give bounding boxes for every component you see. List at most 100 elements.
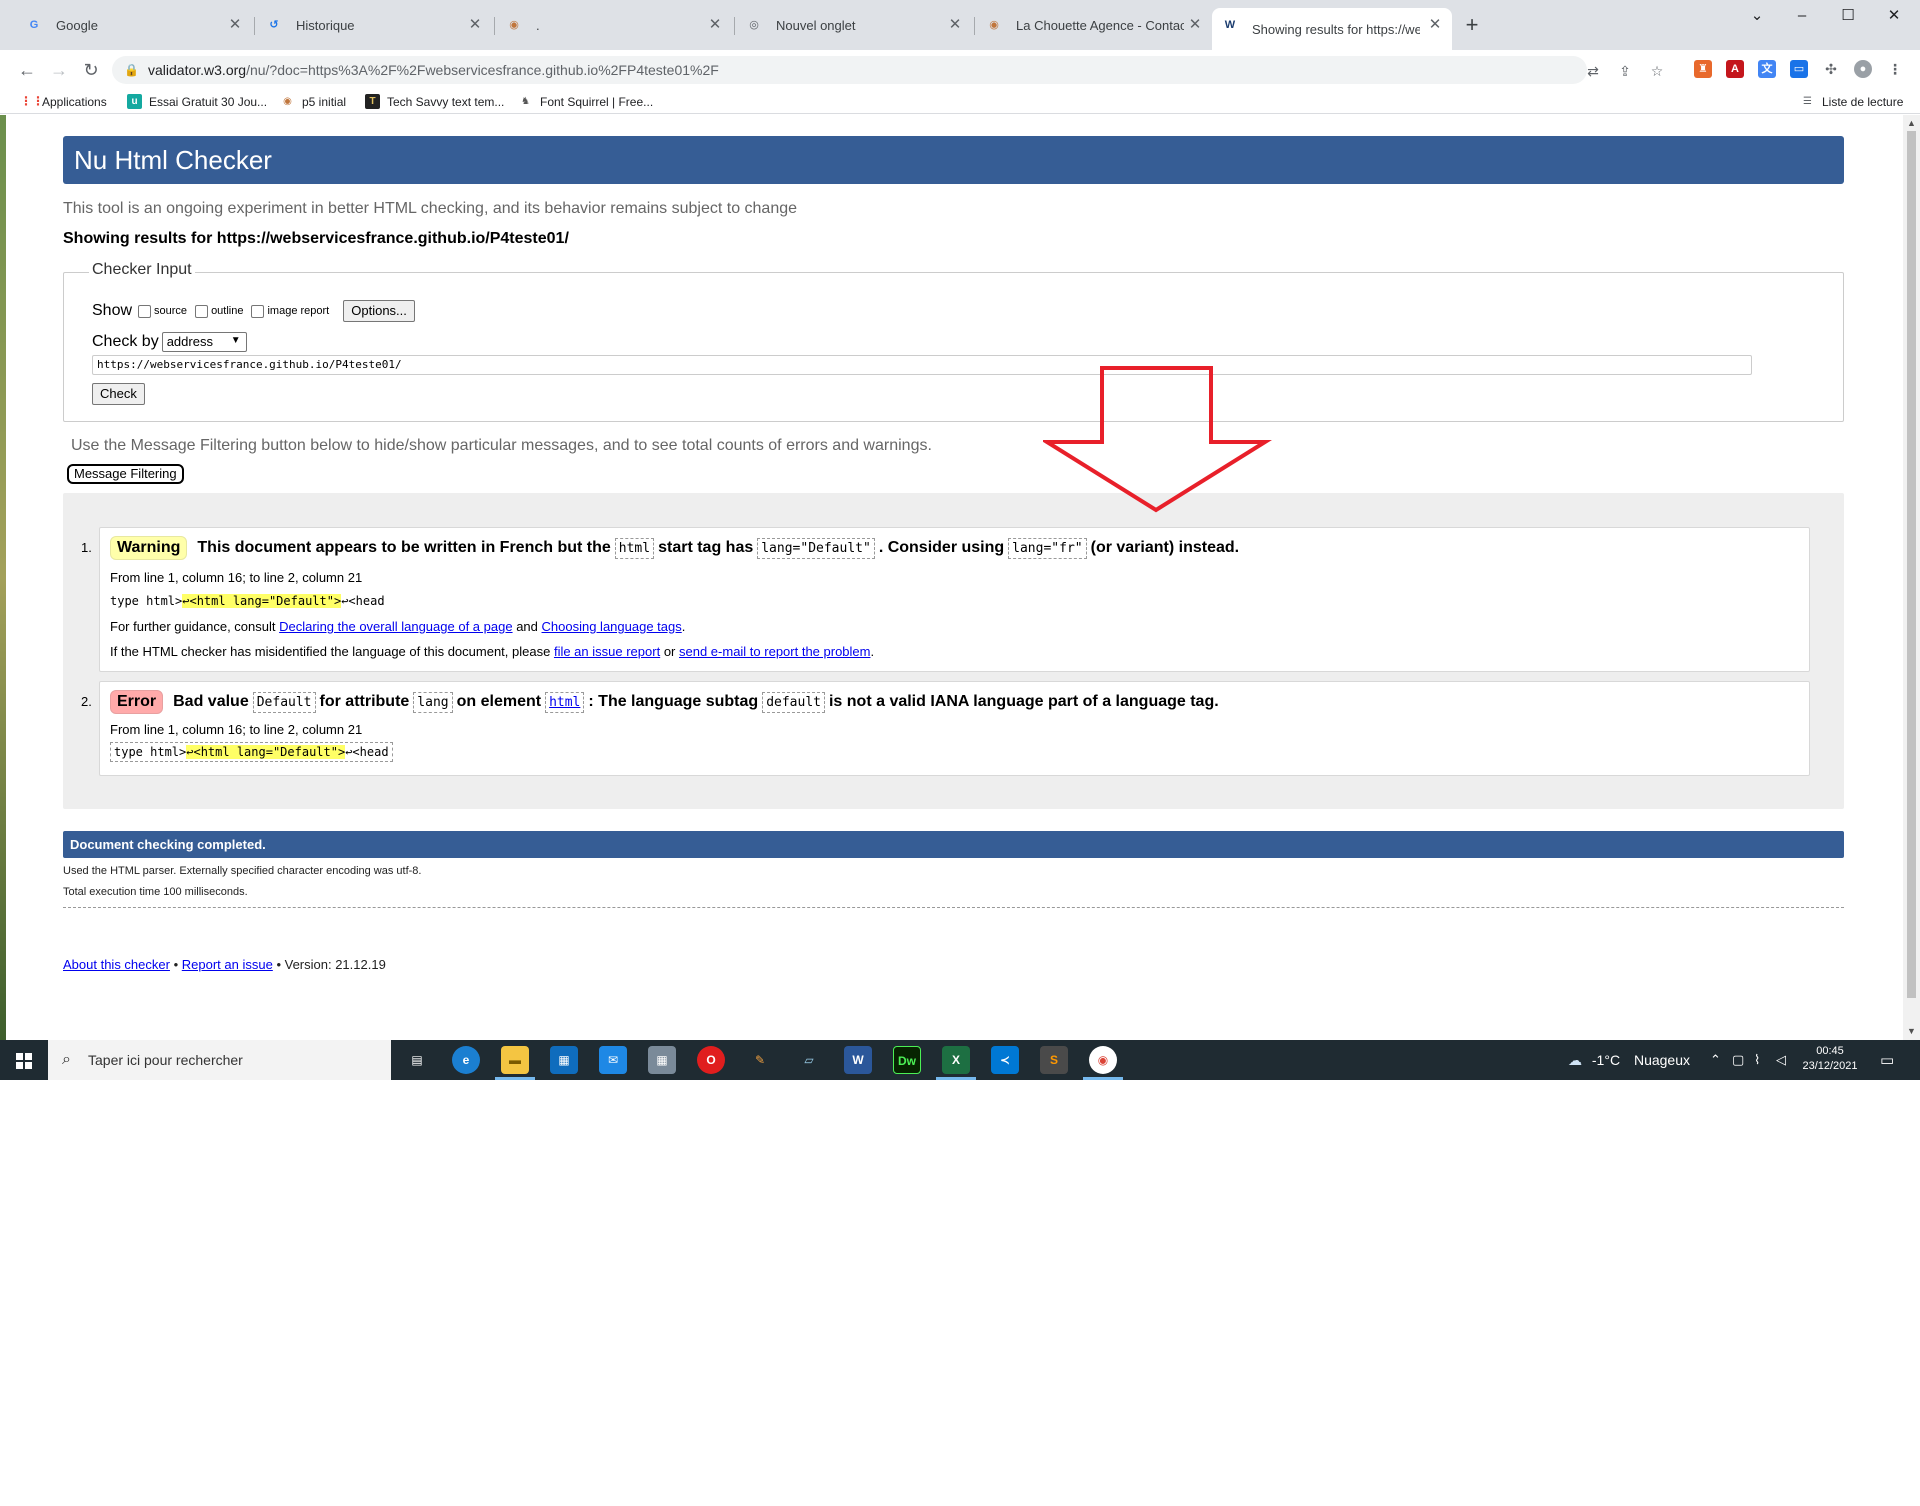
close-tab-icon[interactable]: ✕ bbox=[1186, 16, 1204, 34]
tab-search-icon[interactable]: ⌄ bbox=[1735, 4, 1779, 28]
sublime-text-icon[interactable]: S bbox=[1040, 1046, 1068, 1074]
image-report-checkbox[interactable] bbox=[251, 304, 265, 318]
weather-widget[interactable]: ☁ -1°C Nuageux bbox=[1568, 1040, 1690, 1080]
volume-icon[interactable]: ◁ bbox=[1776, 1052, 1786, 1068]
maximize-icon[interactable]: ☐ bbox=[1826, 4, 1870, 28]
tab-nouvel-onglet[interactable]: ◎ Nouvel onglet ✕ bbox=[736, 8, 972, 42]
cast-extension-icon[interactable]: ▭ bbox=[1790, 60, 1808, 78]
tab-title: Nouvel onglet bbox=[776, 17, 856, 33]
show-options-row: Show source outline image report Options… bbox=[92, 300, 415, 322]
task-view-icon[interactable]: ▤ bbox=[403, 1046, 431, 1074]
mail-icon[interactable]: ✉ bbox=[599, 1046, 627, 1074]
check-by-select[interactable]: address ▼ bbox=[161, 332, 247, 352]
close-tab-icon[interactable]: ✕ bbox=[1426, 16, 1444, 34]
forward-icon[interactable]: → bbox=[48, 59, 70, 81]
close-tab-icon[interactable]: ✕ bbox=[706, 16, 724, 34]
word-icon[interactable]: W bbox=[844, 1046, 872, 1074]
store-icon[interactable]: ▦ bbox=[550, 1046, 578, 1074]
reload-icon[interactable]: ↻ bbox=[80, 59, 102, 81]
checker-input-fieldset bbox=[63, 272, 1844, 422]
pdf-extension-icon[interactable]: A bbox=[1726, 60, 1744, 78]
file-issue-link[interactable]: file an issue report bbox=[554, 644, 660, 659]
tab-validator-results[interactable]: W Showing results for https://webse ✕ bbox=[1212, 8, 1452, 50]
outline-label: outline bbox=[211, 305, 244, 317]
check-button[interactable]: Check bbox=[92, 383, 145, 405]
message-text: . Consider using bbox=[878, 539, 1005, 556]
chevron-up-icon[interactable]: ⌃ bbox=[1710, 1052, 1721, 1068]
extensions-puzzle-icon[interactable]: ✣ bbox=[1822, 60, 1840, 78]
send-email-link[interactable]: send e-mail to report the problem bbox=[679, 644, 870, 659]
meet-now-icon[interactable]: ▢ bbox=[1732, 1052, 1744, 1068]
footer-separator: • bbox=[173, 957, 179, 972]
code-token: lang="fr" bbox=[1008, 537, 1087, 559]
message-heading: Warning This document appears to be writ… bbox=[110, 536, 1239, 560]
scroll-up-icon[interactable]: ▲ bbox=[1906, 117, 1917, 129]
bookmark-label: Font Squirrel | Free... bbox=[540, 95, 654, 109]
opera-icon[interactable]: O bbox=[697, 1046, 725, 1074]
notifications-icon[interactable]: ▭ bbox=[1880, 1051, 1894, 1069]
address-bar[interactable]: 🔒 validator.w3.org/nu/?doc=https%3A%2F%2… bbox=[112, 56, 1663, 84]
active-app-indicator bbox=[1083, 1077, 1123, 1080]
document-url-input[interactable]: https://webservicesfrance.github.io/P4te… bbox=[92, 355, 1752, 375]
close-tab-icon[interactable]: ✕ bbox=[466, 16, 484, 34]
bookmark-item[interactable]: T Tech Savvy text tem... bbox=[365, 93, 504, 111]
message-filtering-button[interactable]: Message Filtering bbox=[67, 464, 184, 484]
close-window-icon[interactable]: ✕ bbox=[1872, 4, 1916, 28]
scrollbar-thumb[interactable] bbox=[1907, 131, 1916, 998]
chrome-icon[interactable]: ◉ bbox=[1089, 1046, 1117, 1074]
translate-extension-icon[interactable]: 文 bbox=[1758, 60, 1776, 78]
extension-icon[interactable]: ♜ bbox=[1694, 60, 1712, 78]
image-report-label: image report bbox=[267, 305, 330, 317]
profile-avatar-icon[interactable]: ● bbox=[1854, 60, 1872, 78]
outline-checkbox[interactable] bbox=[195, 304, 209, 318]
bookmark-item[interactable]: u Essai Gratuit 30 Jou... bbox=[127, 93, 267, 111]
check-by-label: Check by bbox=[92, 333, 159, 350]
translate-icon[interactable]: ⇄ bbox=[1584, 62, 1602, 80]
notes-icon[interactable]: ▱ bbox=[795, 1046, 823, 1074]
active-app-indicator bbox=[936, 1077, 976, 1080]
taskbar-search[interactable]: ⌕ Taper ici pour rechercher bbox=[48, 1040, 391, 1080]
source-checkbox[interactable] bbox=[138, 304, 152, 318]
share-icon[interactable]: ⇪ bbox=[1616, 62, 1634, 80]
calculator-icon[interactable]: ▦ bbox=[648, 1046, 676, 1074]
message-location: From line 1, column 16; to line 2, colum… bbox=[110, 570, 363, 585]
vscode-icon[interactable]: ≺ bbox=[991, 1046, 1019, 1074]
windows-taskbar: ⌕ Taper ici pour rechercher ▤ e ▬ ▦ ✉ ▦ … bbox=[0, 1040, 1920, 1080]
minimize-icon[interactable]: – bbox=[1780, 4, 1824, 28]
choosing-language-tags-link[interactable]: Choosing language tags bbox=[542, 619, 682, 634]
menu-kebab-icon[interactable]: ⋮ bbox=[1886, 60, 1904, 78]
bookmark-item[interactable]: ♞ Font Squirrel | Free... bbox=[518, 93, 653, 111]
bookmark-star-icon[interactable]: ☆ bbox=[1648, 62, 1666, 80]
bookmark-label: p5 initial bbox=[302, 95, 347, 109]
edge-icon[interactable]: e bbox=[452, 1046, 480, 1074]
report-issue-link[interactable]: Report an issue bbox=[182, 957, 273, 972]
scroll-down-icon[interactable]: ▼ bbox=[1906, 1025, 1917, 1037]
dreamweaver-icon[interactable]: Dw bbox=[893, 1046, 921, 1074]
tab-historique[interactable]: ↺ Historique ✕ bbox=[256, 8, 492, 42]
file-explorer-icon[interactable]: ▬ bbox=[501, 1046, 529, 1074]
options-button[interactable]: Options... bbox=[343, 300, 415, 322]
tab-google[interactable]: G Google ✕ bbox=[16, 8, 252, 42]
back-icon[interactable]: ← bbox=[16, 59, 38, 81]
close-tab-icon[interactable]: ✕ bbox=[946, 16, 964, 34]
filtering-hint: Use the Message Filtering button below t… bbox=[71, 437, 932, 454]
html-element-link[interactable]: html bbox=[549, 695, 580, 710]
bookmark-item[interactable]: ◉ p5 initial bbox=[280, 93, 346, 111]
site-icon: T bbox=[365, 94, 380, 109]
paint-icon[interactable]: ✎ bbox=[746, 1046, 774, 1074]
close-tab-icon[interactable]: ✕ bbox=[226, 16, 244, 34]
desktop-edge bbox=[0, 115, 6, 1040]
excel-icon[interactable]: X bbox=[942, 1046, 970, 1074]
network-icon[interactable]: ⌇ bbox=[1754, 1052, 1760, 1068]
about-checker-link[interactable]: About this checker bbox=[63, 957, 170, 972]
windows-start-button[interactable] bbox=[0, 1040, 48, 1080]
vertical-scrollbar[interactable]: ▲ ▼ bbox=[1903, 115, 1920, 1040]
tab-chouette-contact[interactable]: ◉ La Chouette Agence - Contact ✕ bbox=[976, 8, 1212, 42]
declaring-language-link[interactable]: Declaring the overall language of a page bbox=[279, 619, 512, 634]
reading-list[interactable]: ☰ Liste de lecture bbox=[1800, 93, 1903, 111]
system-clock[interactable]: 00:45 23/12/2021 bbox=[1790, 1044, 1870, 1074]
tab-separator bbox=[734, 17, 735, 35]
bookmark-apps[interactable]: ⋮⋮ Applications bbox=[20, 93, 107, 111]
tab-dot[interactable]: ◉ . ✕ bbox=[496, 8, 732, 42]
new-tab-icon[interactable]: + bbox=[1460, 14, 1484, 38]
